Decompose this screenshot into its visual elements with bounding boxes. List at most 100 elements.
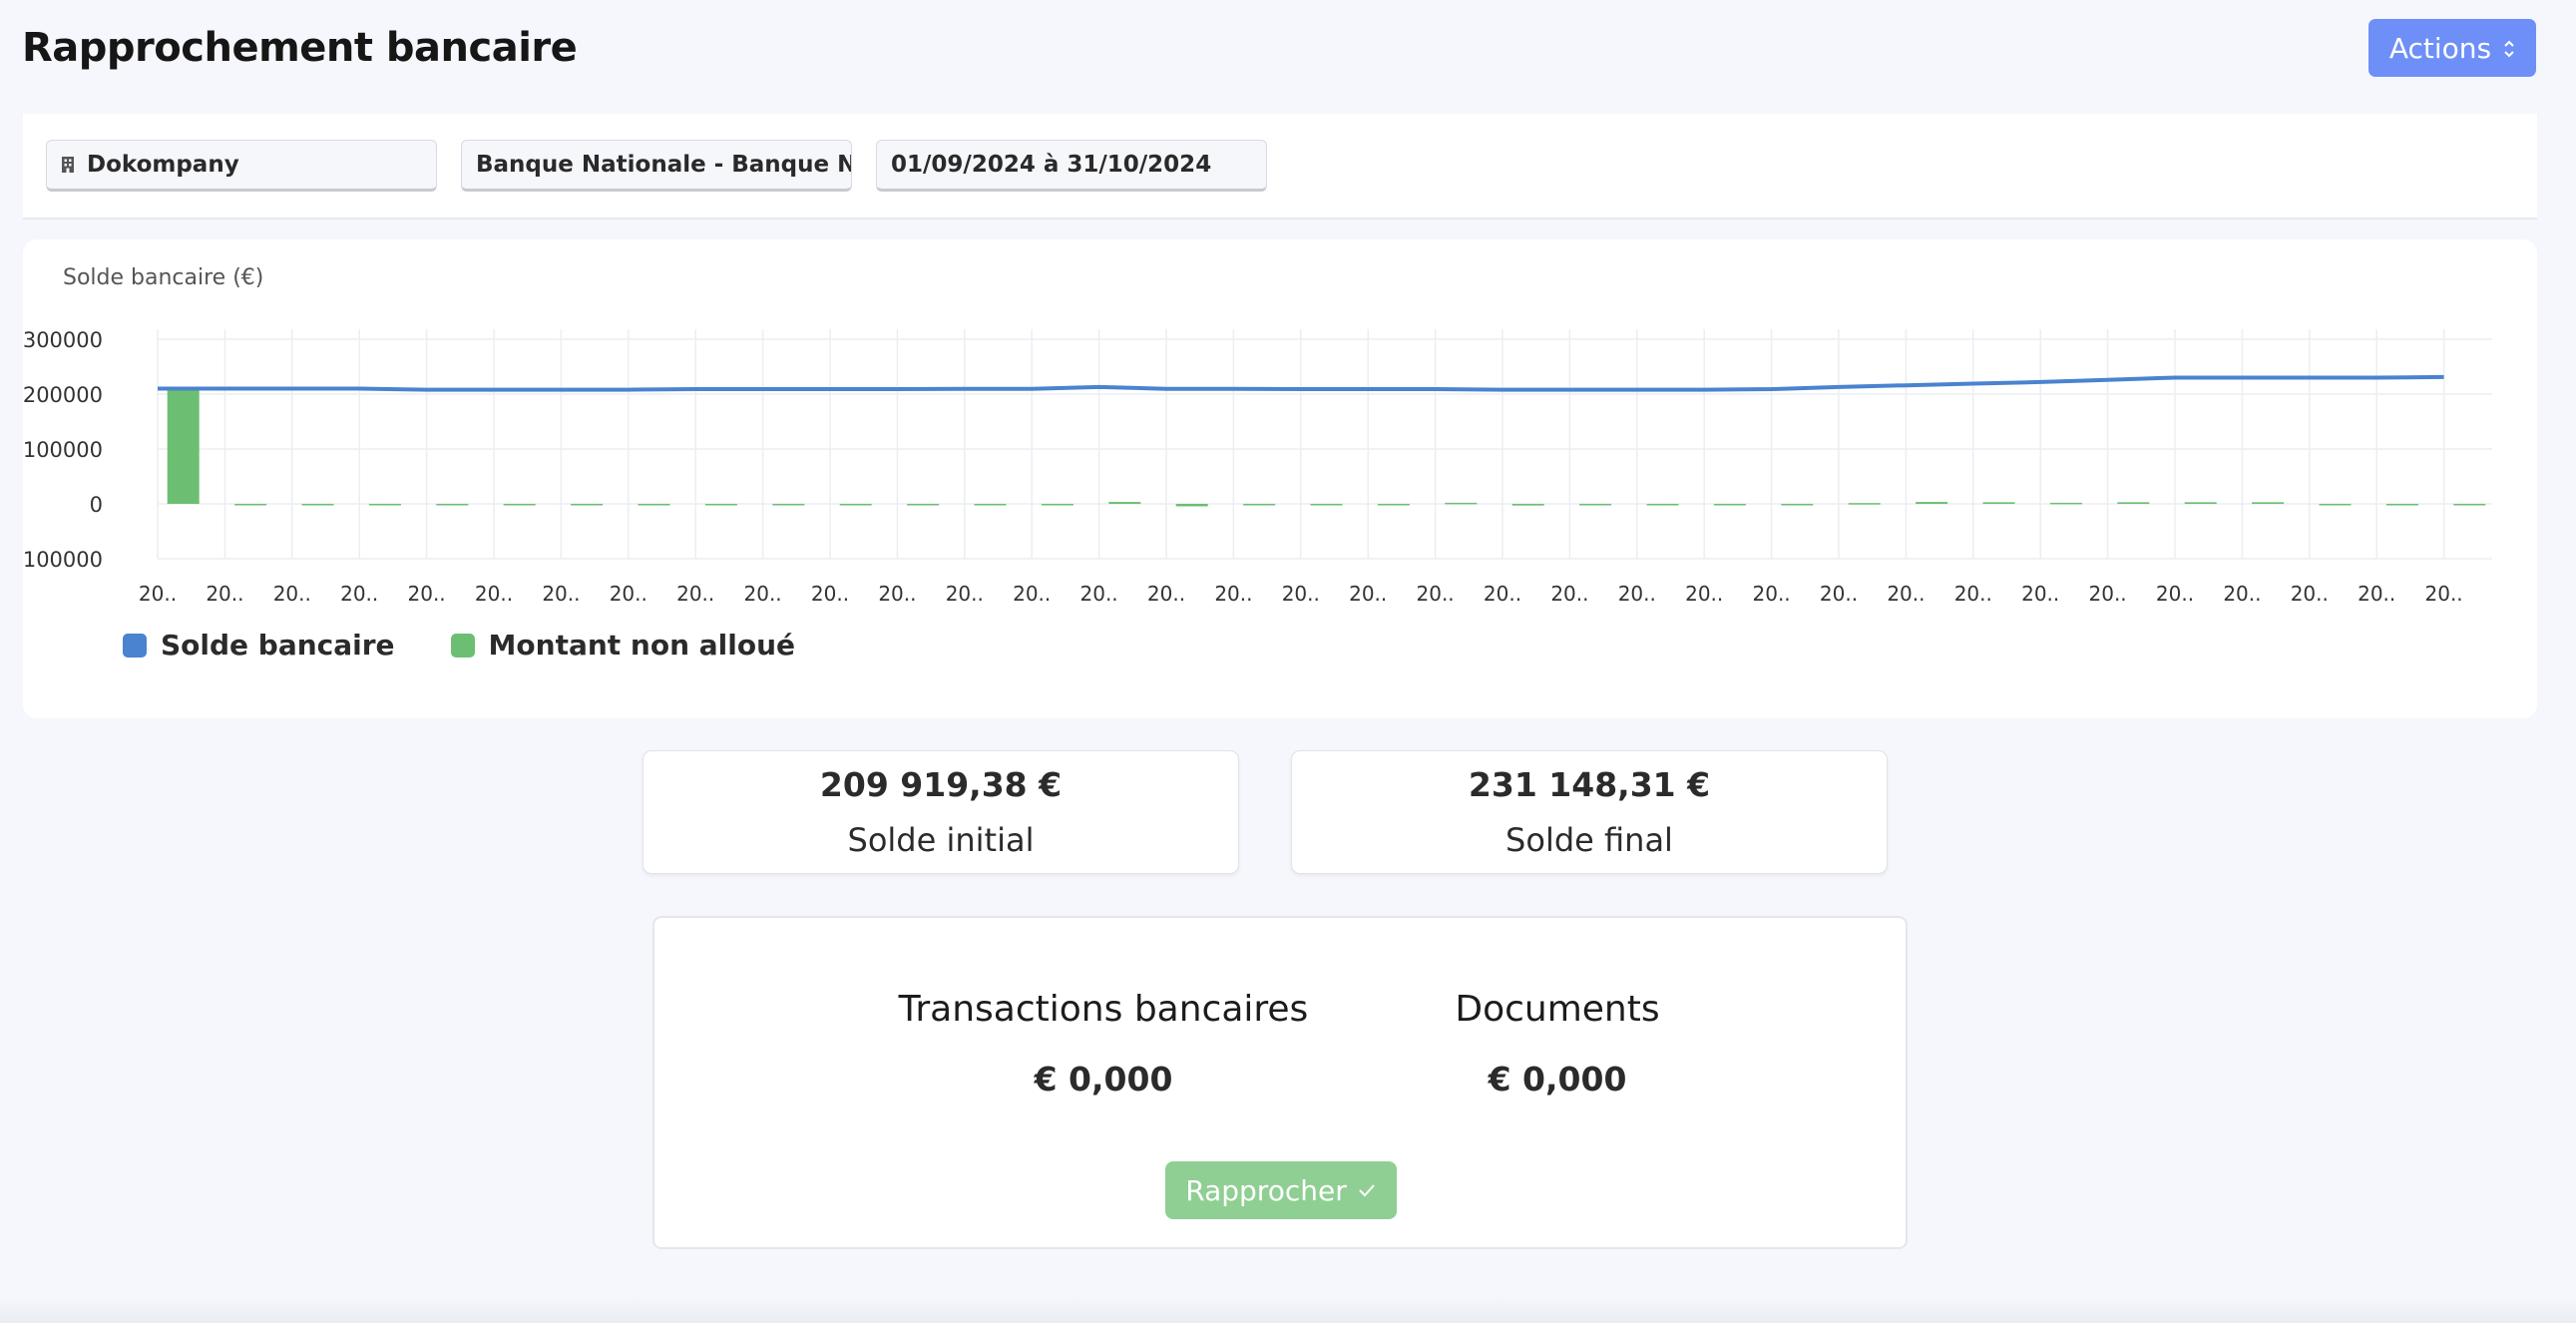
x-tick-label: 20.. bbox=[139, 582, 177, 606]
x-tick-label: 20.. bbox=[878, 582, 916, 606]
x-tick-label: 20.. bbox=[2425, 582, 2463, 606]
x-tick-label: 20.. bbox=[1484, 582, 1521, 606]
unallocated-bar bbox=[1982, 502, 2015, 504]
actions-label: Actions bbox=[2388, 31, 2492, 65]
x-tick-label: 20.. bbox=[273, 582, 311, 606]
company-select[interactable]: Dokompany bbox=[46, 140, 437, 192]
x-tick-label: 20.. bbox=[811, 582, 849, 606]
reconcile-button[interactable]: Rapprocher bbox=[1165, 1161, 1397, 1219]
final-balance-card: 231 148,31 € Solde final bbox=[1291, 750, 1888, 874]
unallocated-bar bbox=[2184, 502, 2217, 504]
period-value: 01/09/2024 à 31/10/2024 bbox=[891, 152, 1212, 178]
x-tick-label: 20.. bbox=[408, 582, 446, 606]
footer-band bbox=[0, 1297, 2576, 1323]
x-tick-label: 20.. bbox=[1417, 582, 1455, 606]
unallocated-bar bbox=[2117, 502, 2150, 504]
x-tick-label: 20.. bbox=[206, 582, 243, 606]
x-tick-label: 20.. bbox=[2358, 582, 2395, 606]
unallocated-bar bbox=[638, 504, 670, 506]
x-tick-label: 20.. bbox=[2021, 582, 2059, 606]
check-icon bbox=[1359, 1184, 1375, 1197]
documents-column: Documents € 0,000 bbox=[1308, 986, 1807, 1102]
unallocated-bar bbox=[907, 504, 940, 506]
x-tick-label: 20.. bbox=[1753, 582, 1791, 606]
x-tick-label: 20.. bbox=[475, 582, 513, 606]
unallocated-bar bbox=[1243, 504, 1276, 506]
transactions-amount: € 0,000 bbox=[1034, 1060, 1173, 1099]
x-tick-label: 20.. bbox=[340, 582, 378, 606]
legend-swatch-green bbox=[450, 633, 475, 658]
x-tick-label: 20.. bbox=[1013, 582, 1051, 606]
unallocated-bar bbox=[503, 504, 536, 506]
unallocated-bar bbox=[704, 504, 737, 506]
legend-item-bank-balance[interactable]: Solde bancaire bbox=[123, 629, 395, 662]
chart-card: Solde bancaire (€) 300000 200000 100000 0 -1… bbox=[23, 239, 2537, 718]
transactions-column: Transactions bancaires € 0,000 bbox=[854, 986, 1353, 1102]
bank-balance-chart: Solde bancaire (€) 300000 200000 100000 0 -1… bbox=[23, 265, 2492, 606]
y-tick-label: 0 bbox=[90, 493, 103, 517]
x-tick-label: 20.. bbox=[744, 582, 782, 606]
legend-item-unallocated[interactable]: Montant non alloué bbox=[450, 629, 796, 662]
bank-account-select[interactable]: Banque Nationale - Banque Nat bbox=[461, 140, 852, 192]
unallocated-bar bbox=[301, 504, 334, 506]
unallocated-bar bbox=[2049, 502, 2082, 505]
unallocated-bar bbox=[1713, 504, 1746, 506]
company-value: Dokompany bbox=[87, 152, 239, 178]
x-tick-label: 20.. bbox=[1550, 582, 1588, 606]
period-select[interactable]: 01/09/2024 à 31/10/2024 bbox=[876, 140, 1267, 192]
x-tick-label: 20.. bbox=[1282, 582, 1320, 606]
unallocated-bar bbox=[1848, 503, 1881, 505]
unallocated-bar bbox=[2319, 504, 2352, 506]
unallocated-bar bbox=[436, 504, 469, 506]
y-tick-label: 300000 bbox=[23, 328, 103, 352]
bank-account-value: Banque Nationale - Banque Nat bbox=[476, 152, 852, 178]
unallocated-bar bbox=[1041, 504, 1073, 506]
initial-balance-amount: 209 919,38 € bbox=[819, 765, 1063, 804]
actions-button[interactable]: Actions bbox=[2368, 19, 2536, 77]
x-tick-label: 20.. bbox=[1618, 582, 1656, 606]
documents-heading: Documents bbox=[1455, 989, 1660, 1030]
x-tick-label: 20.. bbox=[542, 582, 580, 606]
unallocated-bar bbox=[1310, 504, 1343, 506]
unallocated-bar bbox=[1916, 502, 1948, 504]
x-tick-label: 20.. bbox=[2291, 582, 2329, 606]
x-tick-label: 20.. bbox=[1954, 582, 1992, 606]
x-tick-label: 20.. bbox=[2223, 582, 2261, 606]
transactions-heading: Transactions bancaires bbox=[898, 989, 1309, 1030]
chart-title: Solde bancaire (€) bbox=[63, 265, 263, 290]
filter-bar: Dokompany Banque Nationale - Banque Nat … bbox=[23, 114, 2537, 220]
unallocated-bar bbox=[1511, 504, 1544, 506]
unallocated-bar bbox=[1175, 504, 1208, 507]
unallocated-bar bbox=[2252, 502, 2285, 504]
legend-label: Montant non alloué bbox=[488, 629, 796, 662]
x-tick-label: 20.. bbox=[2089, 582, 2127, 606]
x-tick-label: 20.. bbox=[1349, 582, 1387, 606]
unallocated-bar bbox=[368, 504, 401, 506]
x-tick-label: 20.. bbox=[1820, 582, 1858, 606]
unallocated-bar bbox=[234, 504, 267, 506]
x-tick-label: 20.. bbox=[1080, 582, 1118, 606]
initial-balance-label: Solde initial bbox=[847, 821, 1035, 859]
unallocated-bar bbox=[571, 504, 604, 506]
unallocated-bar bbox=[2453, 504, 2486, 506]
unallocated-bar bbox=[1445, 502, 1478, 505]
unallocated-bar bbox=[2385, 504, 2418, 506]
x-tick-label: 20.. bbox=[2156, 582, 2194, 606]
building-icon bbox=[62, 157, 74, 173]
reconciliation-card: Transactions bancaires € 0,000 Documents… bbox=[652, 916, 1908, 1249]
reconcile-label: Rapprocher bbox=[1185, 1173, 1347, 1207]
legend-label: Solde bancaire bbox=[161, 629, 395, 662]
unallocated-bar bbox=[1781, 504, 1814, 506]
y-tick-label: 200000 bbox=[23, 383, 103, 407]
unallocated-bar bbox=[1646, 504, 1679, 506]
x-tick-label: 20.. bbox=[1887, 582, 1925, 606]
x-tick-label: 20.. bbox=[1685, 582, 1723, 606]
chevron-up-down-icon bbox=[2503, 39, 2515, 59]
x-tick-label: 20.. bbox=[1147, 582, 1185, 606]
x-tick-label: 20.. bbox=[610, 582, 647, 606]
unallocated-bar bbox=[1377, 504, 1410, 506]
unallocated-bar bbox=[772, 504, 805, 506]
unallocated-bar bbox=[1579, 504, 1612, 506]
x-tick-label: 20.. bbox=[946, 582, 984, 606]
y-tick-label: 100000 bbox=[23, 438, 103, 462]
